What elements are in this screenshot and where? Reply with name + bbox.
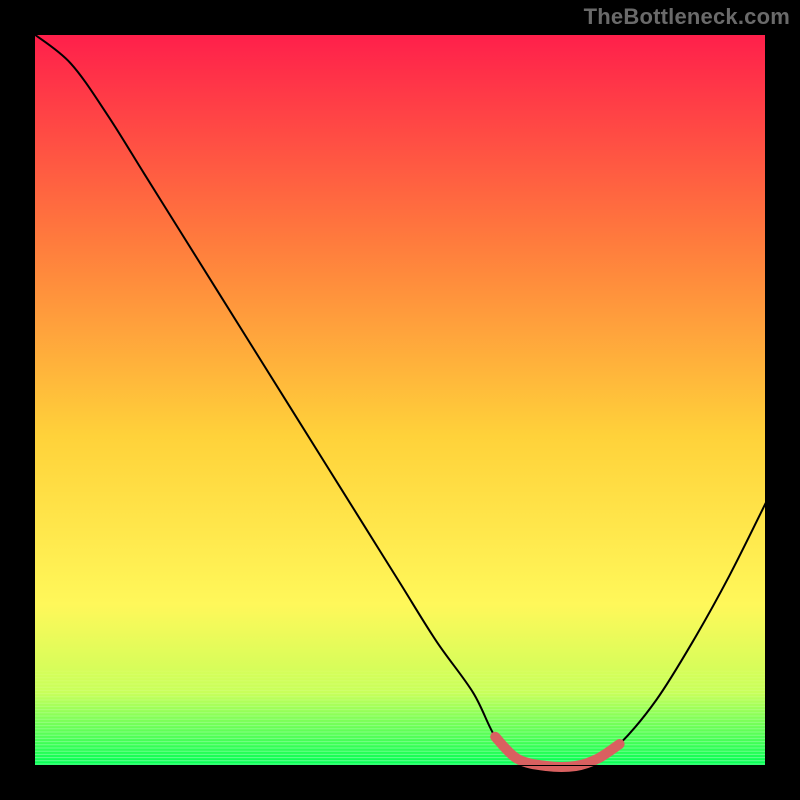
bottleneck-curve-chart [0,0,800,800]
chart-stage: TheBottleneck.com [0,0,800,800]
plot-background [34,34,766,766]
